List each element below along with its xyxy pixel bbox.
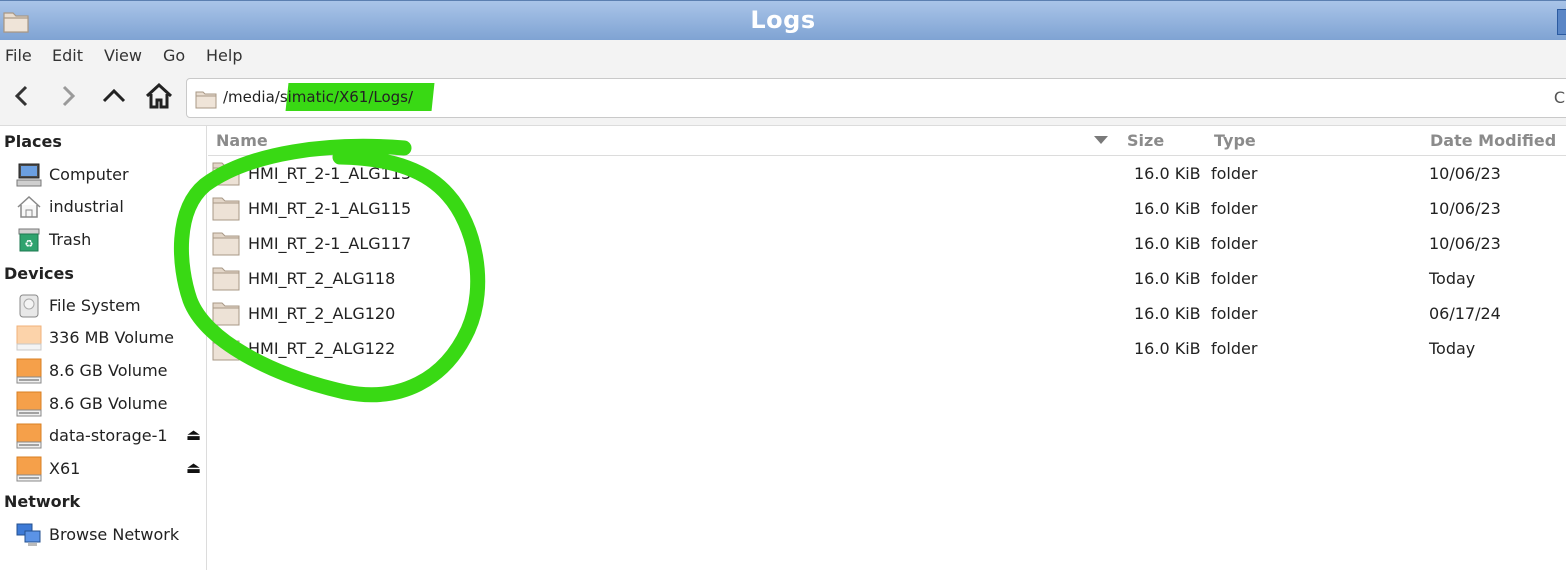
- table-row[interactable]: HMI_RT_2_ALG118 16.0 KiB folder Today: [208, 261, 1566, 296]
- menu-bar: File Edit View Go Help: [0, 40, 1566, 70]
- folder-icon: [212, 302, 240, 326]
- sidebar-item-label: industrial: [49, 197, 124, 216]
- volume-icon: [16, 423, 42, 449]
- file-type: folder: [1211, 269, 1258, 288]
- table-row[interactable]: HMI_RT_2-1_ALG113 16.0 KiB folder 10/06/…: [208, 156, 1566, 191]
- file-type: folder: [1211, 234, 1258, 253]
- column-header-name[interactable]: Name: [208, 126, 1119, 156]
- sidebar-item-x61[interactable]: X61 ⏏: [0, 453, 206, 483]
- volume-icon: [16, 456, 42, 482]
- menu-view[interactable]: View: [104, 46, 142, 65]
- location-bar[interactable]: /media/simatic/X61/Logs/ C: [186, 78, 1566, 118]
- sidebar-item-industrial[interactable]: industrial: [0, 191, 206, 221]
- back-icon[interactable]: [8, 82, 36, 110]
- file-size: 16.0 KiB: [1134, 164, 1201, 183]
- section-heading-places: Places: [4, 132, 62, 151]
- title-bar: Logs: [0, 0, 1566, 40]
- file-type: folder: [1211, 339, 1258, 358]
- file-type: folder: [1211, 199, 1258, 218]
- home-icon[interactable]: [145, 82, 173, 110]
- column-header-type[interactable]: Type: [1206, 126, 1422, 156]
- sidebar-item-data-storage-1[interactable]: data-storage-1 ⏏: [0, 420, 206, 450]
- column-header-date-modified[interactable]: Date Modified: [1422, 126, 1566, 156]
- file-date: 10/06/23: [1429, 234, 1501, 253]
- file-size: 16.0 KiB: [1134, 234, 1201, 253]
- sidebar-item-8-6gb-volume-1[interactable]: 8.6 GB Volume: [0, 355, 206, 385]
- section-heading-devices: Devices: [4, 264, 74, 283]
- file-name: HMI_RT_2_ALG120: [248, 304, 396, 323]
- file-type: folder: [1211, 304, 1258, 323]
- menu-help[interactable]: Help: [206, 46, 242, 65]
- section-heading-network: Network: [4, 492, 81, 511]
- file-list: Name Size Type Date Modified HMI_RT_2-1_…: [208, 126, 1566, 570]
- sidebar-item-label: 8.6 GB Volume: [49, 394, 168, 413]
- forward-icon[interactable]: [54, 82, 82, 110]
- sidebar-item-336mb-volume[interactable]: 336 MB Volume: [0, 322, 206, 352]
- eject-icon[interactable]: ⏏: [186, 458, 201, 477]
- window-control-button[interactable]: [1557, 9, 1566, 35]
- folder-icon: [212, 232, 240, 256]
- folder-icon: [212, 337, 240, 361]
- file-date: 10/06/23: [1429, 164, 1501, 183]
- file-date: 06/17/24: [1429, 304, 1501, 323]
- file-name: HMI_RT_2-1_ALG113: [248, 164, 412, 183]
- svg-text:♻: ♻: [25, 239, 34, 250]
- table-row[interactable]: HMI_RT_2_ALG120 16.0 KiB folder 06/17/24: [208, 296, 1566, 331]
- sidebar-item-label: Trash: [49, 230, 92, 249]
- folder-icon: [212, 162, 240, 186]
- sidebar-item-label: Computer: [49, 165, 129, 184]
- sort-descending-icon: [1094, 136, 1108, 144]
- column-header-size[interactable]: Size: [1119, 126, 1206, 156]
- file-date: Today: [1429, 339, 1476, 358]
- harddisk-icon: [19, 294, 39, 318]
- file-date: Today: [1429, 269, 1476, 288]
- table-row[interactable]: HMI_RT_2-1_ALG115 16.0 KiB folder 10/06/…: [208, 191, 1566, 226]
- location-path[interactable]: /media/simatic/X61/Logs/: [223, 88, 413, 106]
- sidebar-item-computer[interactable]: Computer: [0, 159, 206, 189]
- network-icon: [16, 523, 41, 546]
- menu-go[interactable]: Go: [163, 46, 185, 65]
- volume-icon: [16, 391, 42, 417]
- sidebar: Places Computer industrial ♻ Trash Devic…: [0, 126, 207, 570]
- table-row[interactable]: HMI_RT_2_ALG122 16.0 KiB folder Today: [208, 331, 1566, 366]
- folder-icon: [212, 197, 240, 221]
- clear-icon[interactable]: C: [1554, 88, 1565, 107]
- sidebar-item-label: 336 MB Volume: [49, 328, 174, 347]
- trash-icon: ♻: [18, 228, 40, 252]
- sidebar-item-label: Browse Network: [49, 525, 180, 544]
- file-name: HMI_RT_2_ALG118: [248, 269, 396, 288]
- file-size: 16.0 KiB: [1134, 199, 1201, 218]
- table-row[interactable]: HMI_RT_2-1_ALG117 16.0 KiB folder 10/06/…: [208, 226, 1566, 261]
- sidebar-item-label: data-storage-1: [49, 426, 168, 445]
- window-title: Logs: [750, 6, 816, 34]
- folder-icon: [195, 91, 217, 109]
- file-name: HMI_RT_2_ALG122: [248, 339, 396, 358]
- volume-icon: [16, 325, 42, 351]
- sidebar-item-file-system[interactable]: File System: [0, 290, 206, 320]
- menu-edit[interactable]: Edit: [52, 46, 83, 65]
- folder-icon: [212, 267, 240, 291]
- sidebar-item-browse-network[interactable]: Browse Network: [0, 519, 206, 549]
- menu-file[interactable]: File: [5, 46, 32, 65]
- sidebar-item-label: 8.6 GB Volume: [49, 361, 168, 380]
- file-size: 16.0 KiB: [1134, 269, 1201, 288]
- file-type: folder: [1211, 164, 1258, 183]
- volume-icon: [16, 358, 42, 384]
- toolbar: /media/simatic/X61/Logs/ C: [0, 70, 1566, 126]
- file-name: HMI_RT_2-1_ALG117: [248, 234, 412, 253]
- file-name: HMI_RT_2-1_ALG115: [248, 199, 412, 218]
- sidebar-item-label: File System: [49, 296, 141, 315]
- sidebar-item-trash[interactable]: ♻ Trash: [0, 224, 206, 254]
- sidebar-item-label: X61: [49, 459, 81, 478]
- eject-icon[interactable]: ⏏: [186, 425, 201, 444]
- sidebar-item-8-6gb-volume-2[interactable]: 8.6 GB Volume: [0, 388, 206, 418]
- file-date: 10/06/23: [1429, 199, 1501, 218]
- file-size: 16.0 KiB: [1134, 339, 1201, 358]
- home-folder-icon: [17, 195, 41, 218]
- up-icon[interactable]: [100, 82, 128, 110]
- file-size: 16.0 KiB: [1134, 304, 1201, 323]
- computer-icon: [16, 163, 42, 187]
